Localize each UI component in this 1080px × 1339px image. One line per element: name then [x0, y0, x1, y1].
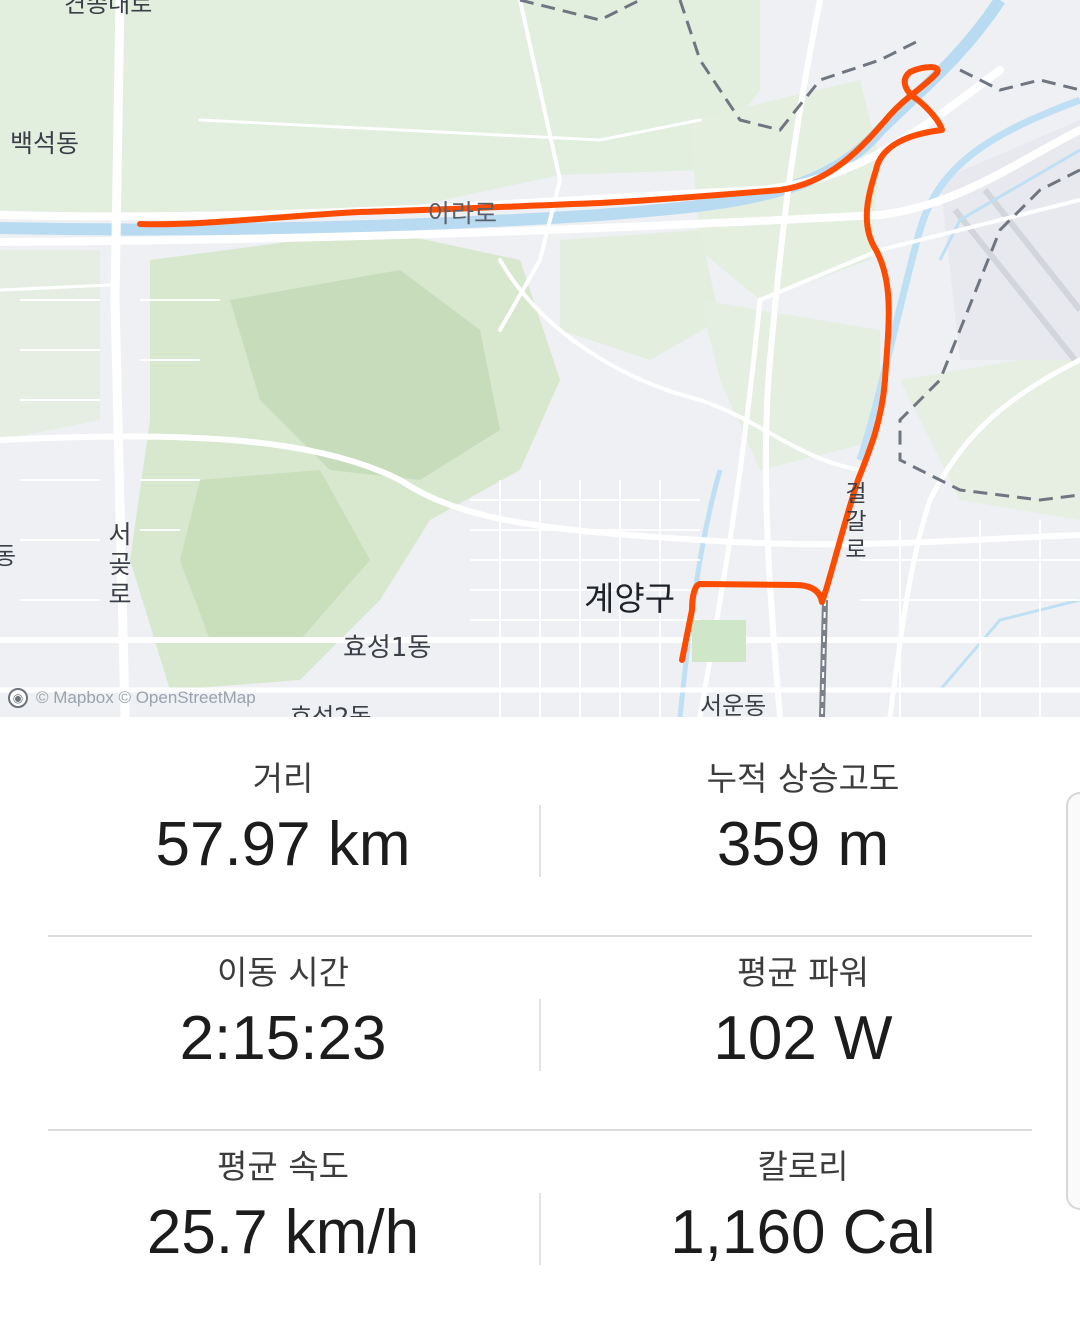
- row-divider: [48, 935, 1032, 937]
- stat-calories: 칼로리 1,160 Cal: [568, 1145, 1038, 1268]
- stats-row: 평균 속도 25.7 km/h 칼로리 1,160 Cal: [48, 1145, 1032, 1339]
- activity-stats: 거리 57.97 km 누적 상승고도 359 m 이동 시간 2:15:23 …: [0, 717, 1080, 1290]
- stat-moving-time: 이동 시간 2:15:23: [48, 951, 518, 1074]
- column-divider: [539, 805, 541, 877]
- stat-avg-power: 평균 파워 102 W: [568, 951, 1038, 1074]
- attribution-text: © Mapbox © OpenStreetMap: [36, 688, 256, 707]
- map-canvas: [0, 0, 1080, 717]
- column-divider: [539, 999, 541, 1071]
- map-label-top: 견종대로: [64, 0, 153, 18]
- map-label-hyoseong2: 효성2동: [290, 703, 372, 717]
- side-panel-handle[interactable]: [1066, 792, 1080, 1210]
- stat-value: 57.97 km: [155, 810, 411, 879]
- stats-row: 이동 시간 2:15:23 평균 파워 102 W: [48, 951, 1032, 1145]
- stat-label: 이동 시간: [217, 953, 349, 992]
- stat-label: 칼로리: [757, 1147, 849, 1186]
- column-divider: [539, 1193, 541, 1265]
- mapbox-logo-icon: ◉: [8, 688, 28, 708]
- map-label-left-edge: 동: [0, 542, 17, 570]
- stat-avg-speed: 평균 속도 25.7 km/h: [48, 1145, 518, 1268]
- map-label-geolgal-road: 걸갈로: [845, 481, 867, 563]
- stats-row: 거리 57.97 km 누적 상승고도 359 m: [48, 757, 1032, 951]
- stat-elevation-gain: 누적 상승고도 359 m: [568, 757, 1038, 880]
- map-label-seogok-road: 서곶로: [108, 520, 132, 609]
- stat-value: 25.7 km/h: [146, 1198, 420, 1267]
- stat-value: 1,160 Cal: [670, 1198, 936, 1267]
- stat-value: 2:15:23: [179, 1004, 387, 1073]
- map-label-gyeyang: 계양구: [584, 579, 676, 618]
- map-label-hyoseong1: 효성1동: [343, 633, 432, 663]
- stat-label: 누적 상승고도: [706, 759, 900, 798]
- stat-label: 평균 속도: [217, 1147, 349, 1186]
- route-map[interactable]: 백석동 아라로 계양구 효성1동 효성2동 서운동 서곶로 걸갈로 동 견종대로…: [0, 0, 1080, 717]
- map-label-arago: 아라로: [428, 199, 498, 228]
- map-label-baekseok: 백석동: [10, 129, 80, 158]
- map-label-seoun: 서운동: [700, 692, 767, 717]
- stat-value: 102 W: [713, 1004, 893, 1073]
- stat-label: 평균 파워: [737, 953, 869, 992]
- stat-label: 거리: [252, 759, 314, 798]
- stat-distance: 거리 57.97 km: [48, 757, 518, 880]
- row-divider: [48, 1129, 1032, 1131]
- stat-value: 359 m: [716, 810, 890, 879]
- map-attribution[interactable]: ◉ © Mapbox © OpenStreetMap: [8, 688, 256, 708]
